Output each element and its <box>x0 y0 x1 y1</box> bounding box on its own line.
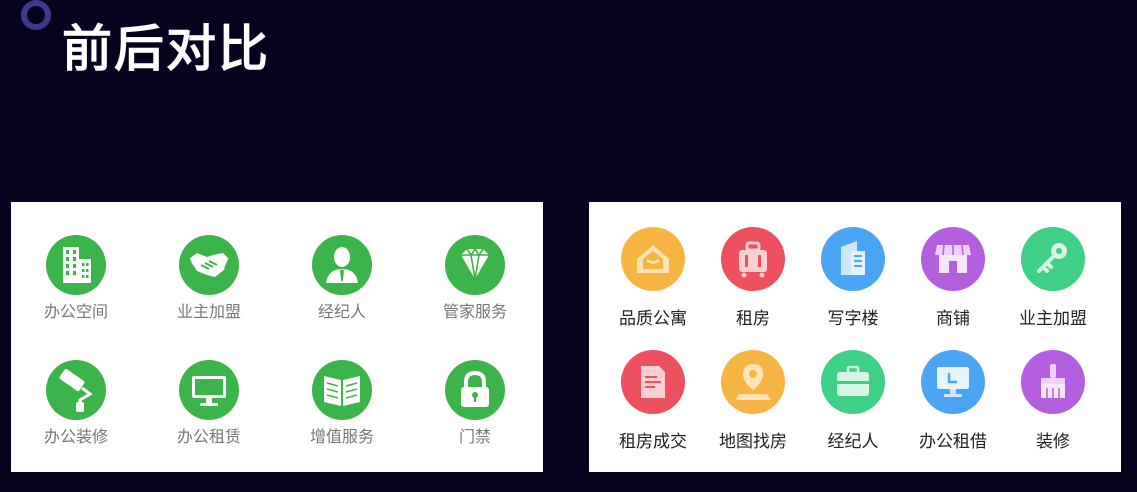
after-item-label: 商铺 <box>936 309 970 329</box>
document-icon <box>621 350 685 414</box>
after-item-rent-deal[interactable]: 租房成交 <box>603 350 703 452</box>
briefcase-icon <box>821 350 885 414</box>
after-item-decoration[interactable]: 装修 <box>1003 350 1103 452</box>
key-icon <box>1021 227 1085 291</box>
padlock-icon <box>445 360 505 420</box>
before-item-label: 管家服务 <box>442 302 507 321</box>
monitor-icon <box>179 360 239 420</box>
before-item-label: 经纪人 <box>317 302 366 321</box>
before-item-agent[interactable]: 经纪人 <box>282 235 402 322</box>
after-item-label: 写字楼 <box>827 309 879 329</box>
after-item-label: 品质公寓 <box>619 309 687 329</box>
office-tower-icon <box>821 227 885 291</box>
house-icon <box>621 227 685 291</box>
desktop-computer-icon <box>921 350 985 414</box>
after-item-rent[interactable]: 租房 <box>703 227 803 329</box>
after-panel: 品质公寓 租房 写字楼 商铺 业主加盟 租房成交 地图找房 经纪人 办公租借 装… <box>589 202 1121 472</box>
after-item-owner-join[interactable]: 业主加盟 <box>1003 227 1103 329</box>
after-item-agent[interactable]: 经纪人 <box>803 350 903 452</box>
after-item-office-tower[interactable]: 写字楼 <box>803 227 903 329</box>
before-item-label: 办公空间 <box>43 302 108 321</box>
after-item-label: 经纪人 <box>827 432 879 452</box>
paint-brush-icon <box>1021 350 1085 414</box>
page-title: 前后对比 <box>62 20 270 78</box>
office-building-icon <box>46 235 106 295</box>
map-pin-icon <box>721 350 785 414</box>
decor-ring <box>21 0 51 30</box>
before-item-label: 门禁 <box>458 427 491 446</box>
before-item-label: 增值服务 <box>309 427 374 446</box>
after-item-label: 办公租借 <box>919 432 987 452</box>
luggage-icon <box>721 227 785 291</box>
before-item-access-control[interactable]: 门禁 <box>415 360 535 447</box>
storefront-icon <box>921 227 985 291</box>
after-item-label: 地图找房 <box>719 432 787 452</box>
open-book-icon <box>312 360 372 420</box>
handshake-icon <box>179 235 239 295</box>
agent-person-icon <box>312 235 372 295</box>
after-item-map-search[interactable]: 地图找房 <box>703 350 803 452</box>
after-item-label: 装修 <box>1036 432 1070 452</box>
before-item-label: 办公租赁 <box>176 427 241 446</box>
after-item-label: 租房成交 <box>619 432 687 452</box>
before-item-office-space[interactable]: 办公空间 <box>16 235 136 322</box>
after-item-shop[interactable]: 商铺 <box>903 227 1003 329</box>
before-item-value-added[interactable]: 增值服务 <box>282 360 402 447</box>
after-item-office-rent[interactable]: 办公租借 <box>903 350 1003 452</box>
before-item-label: 办公装修 <box>43 427 108 446</box>
before-item-rental[interactable]: 办公租赁 <box>149 360 269 447</box>
before-item-label: 业主加盟 <box>176 302 241 321</box>
before-item-renovation[interactable]: 办公装修 <box>16 360 136 447</box>
before-panel: 办公空间 业主加盟 经纪人 管家服务 办公装修 办公租赁 增值服务 门禁 <box>11 202 543 472</box>
before-item-butler[interactable]: 管家服务 <box>415 235 535 322</box>
diamond-icon <box>445 235 505 295</box>
after-item-apartment[interactable]: 品质公寓 <box>603 227 703 329</box>
after-item-label: 业主加盟 <box>1019 309 1087 329</box>
paint-roller-icon <box>46 360 106 420</box>
after-item-label: 租房 <box>736 309 770 329</box>
before-item-owner-join[interactable]: 业主加盟 <box>149 235 269 322</box>
